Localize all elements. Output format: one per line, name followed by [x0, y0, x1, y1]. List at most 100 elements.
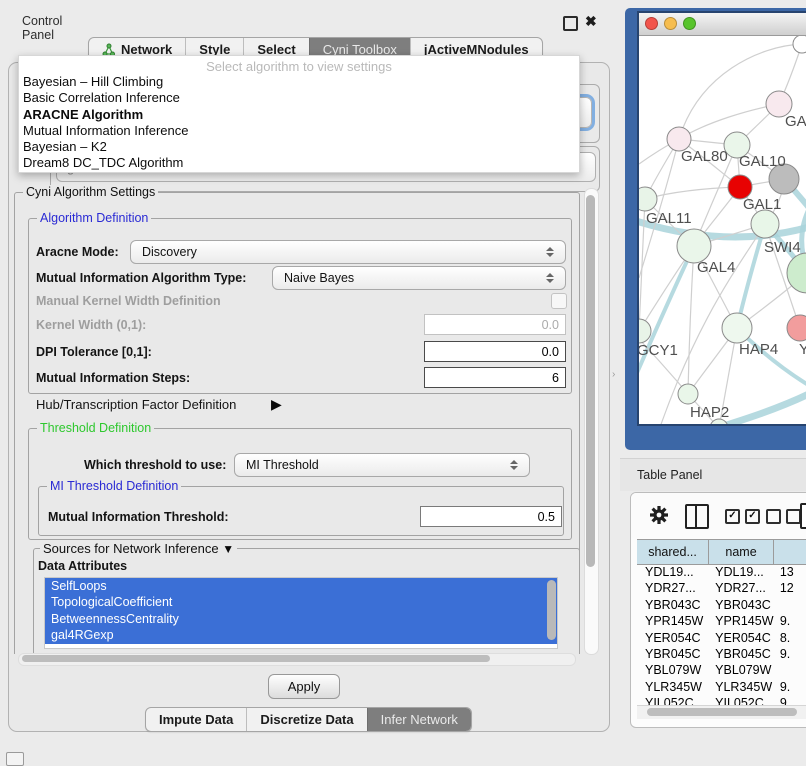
- unchecked-box-icon: [766, 509, 781, 524]
- checked-box-icon: ✓: [745, 509, 760, 524]
- scrollbar-thumb[interactable]: [22, 655, 490, 662]
- network-node[interactable]: [639, 187, 657, 211]
- file-icon[interactable]: [800, 503, 806, 529]
- table-row[interactable]: YBR043CYBR043C: [637, 598, 806, 614]
- network-node[interactable]: [793, 36, 806, 53]
- mi-algorithm-type-value: Naive Bayes: [284, 271, 354, 285]
- mi-algorithm-type-label: Mutual Information Algorithm Type:: [36, 271, 246, 285]
- algorithm-option[interactable]: Dream8 DC_TDC Algorithm: [19, 155, 579, 171]
- table-row[interactable]: YBL079WYBL079W: [637, 663, 806, 679]
- zoom-traffic-light[interactable]: [683, 17, 696, 30]
- table-cell: YBL079W: [637, 663, 709, 679]
- network-node[interactable]: [678, 384, 698, 404]
- algorithm-option[interactable]: Bayesian – K2: [19, 139, 579, 155]
- table-header-row: shared...name: [637, 539, 806, 565]
- table-cell: 8.: [774, 631, 806, 647]
- table-row[interactable]: YBR045CYBR045C9.: [637, 647, 806, 663]
- gear-icon[interactable]: [648, 504, 670, 526]
- checked-box-icon: ✓: [725, 509, 740, 524]
- network-window-titlebar[interactable]: [639, 13, 806, 36]
- table-cell: YBR045C: [637, 647, 709, 663]
- select-all-icon[interactable]: ✓ ✓: [725, 509, 760, 524]
- node-label: GAL4: [697, 259, 735, 276]
- table-row[interactable]: YPR145WYPR145W9.: [637, 614, 806, 630]
- table-cell: 9.: [774, 647, 806, 663]
- table-cell: 9.: [774, 680, 806, 696]
- table-column-header[interactable]: [774, 540, 806, 564]
- network-edge[interactable]: [688, 246, 694, 394]
- mi-steps-input[interactable]: 6: [424, 367, 566, 388]
- close-traffic-light[interactable]: [645, 17, 658, 30]
- data-attribute-item[interactable]: gal4RGexp: [45, 627, 557, 643]
- network-node[interactable]: [751, 210, 779, 238]
- tab-label: Infer Network: [381, 712, 458, 727]
- table-column-header[interactable]: name: [709, 540, 774, 564]
- which-threshold-label: Which threshold to use:: [84, 458, 226, 472]
- split-divider-grip[interactable]: ›: [612, 369, 615, 380]
- expand-right-icon[interactable]: ▶: [271, 396, 282, 413]
- threshold-definition-title: Threshold Definition: [37, 421, 154, 435]
- network-node[interactable]: [639, 319, 651, 343]
- mi-algorithm-type-combobox[interactable]: Naive Bayes: [272, 266, 566, 290]
- settings-horizontal-scrollbar[interactable]: [18, 653, 576, 666]
- mi-threshold-value: 0.5: [538, 510, 555, 524]
- mi-threshold-input[interactable]: 0.5: [420, 506, 562, 527]
- node-label: SWI4: [764, 239, 801, 256]
- scrollbar-thumb[interactable]: [586, 195, 595, 567]
- data-attribute-item[interactable]: TopologicalCoefficient: [45, 594, 557, 610]
- network-edge[interactable]: [645, 187, 740, 199]
- network-node[interactable]: [677, 229, 711, 263]
- table-cell: [774, 663, 806, 679]
- table-cell: 12: [774, 581, 806, 597]
- algorithm-option[interactable]: Basic Correlation Inference: [19, 90, 579, 106]
- column-view-icon[interactable]: [685, 504, 709, 529]
- node-label: HAP2: [690, 404, 729, 421]
- table-horizontal-scrollbar[interactable]: [637, 705, 806, 719]
- table-column-header[interactable]: shared...: [637, 540, 709, 564]
- tab-impute-data[interactable]: Impute Data: [146, 708, 246, 731]
- table-cell: YBR043C: [709, 598, 774, 614]
- algorithm-option[interactable]: ARACNE Algorithm: [19, 107, 579, 123]
- network-canvas[interactable]: GALGAL80GAL10GAL1GAL11SWI4GAL4GCY1HAP4YH…: [639, 36, 806, 424]
- dpi-tolerance-input[interactable]: 0.0: [424, 341, 566, 362]
- data-attribute-item[interactable]: SelfLoops: [45, 578, 557, 594]
- bottom-tabbar: Impute DataDiscretize Data Infer Network: [145, 707, 472, 732]
- float-window-icon[interactable]: [563, 16, 578, 31]
- kernel-width-input[interactable]: 0.0: [424, 314, 566, 335]
- collapse-down-icon[interactable]: ▼: [222, 542, 234, 556]
- table-panel-header: Table Panel: [620, 458, 806, 491]
- node-label: GAL: [785, 113, 806, 130]
- manual-kernel-width-checkbox[interactable]: [551, 293, 567, 309]
- which-threshold-combobox[interactable]: MI Threshold: [234, 453, 530, 477]
- settings-vertical-scrollbar[interactable]: [584, 188, 599, 655]
- list-scrollbar[interactable]: [547, 580, 556, 640]
- table-row[interactable]: YER054CYER054C8.: [637, 631, 806, 647]
- table-row[interactable]: YLR345WYLR345W9.: [637, 680, 806, 696]
- data-attribute-item[interactable]: BetweennessCentrality: [45, 611, 557, 627]
- table-row[interactable]: YDL19...YDL19...13: [637, 565, 806, 581]
- network-edge[interactable]: [679, 104, 779, 139]
- table-row[interactable]: YDR27...YDR27...12: [637, 581, 806, 597]
- dpi-tolerance-label: DPI Tolerance [0,1]:: [36, 345, 152, 359]
- hub-section-label: Hub/Transcription Factor Definition: [36, 397, 236, 412]
- close-icon[interactable]: ✖: [585, 12, 597, 30]
- network-node[interactable]: [722, 313, 752, 343]
- data-attributes-list[interactable]: SelfLoopsTopologicalCoefficientBetweenne…: [44, 577, 558, 649]
- aracne-mode-combobox[interactable]: Discovery: [130, 240, 566, 264]
- node-label: GCY1: [639, 342, 678, 359]
- tab-discretize-data[interactable]: Discretize Data: [246, 708, 366, 731]
- table-cell: YPR145W: [637, 614, 709, 630]
- network-view-window: GALGAL80GAL10GAL1GAL11SWI4GAL4GCY1HAP4YH…: [625, 8, 806, 450]
- tab-infer-network[interactable]: Infer Network: [367, 708, 471, 731]
- table-cell: YBR045C: [709, 647, 774, 663]
- dock-panel-icon[interactable]: [6, 752, 24, 766]
- network-node[interactable]: [787, 315, 806, 341]
- scrollbar-thumb[interactable]: [647, 708, 797, 716]
- apply-button[interactable]: Apply: [268, 674, 340, 699]
- minimize-traffic-light[interactable]: [664, 17, 677, 30]
- deselect-all-icon[interactable]: [766, 509, 801, 524]
- dpi-tolerance-value: 0.0: [542, 345, 559, 359]
- algorithm-option[interactable]: Bayesian – Hill Climbing: [19, 74, 579, 90]
- table-cell: YLR345W: [637, 680, 709, 696]
- algorithm-option[interactable]: Mutual Information Inference: [19, 123, 579, 139]
